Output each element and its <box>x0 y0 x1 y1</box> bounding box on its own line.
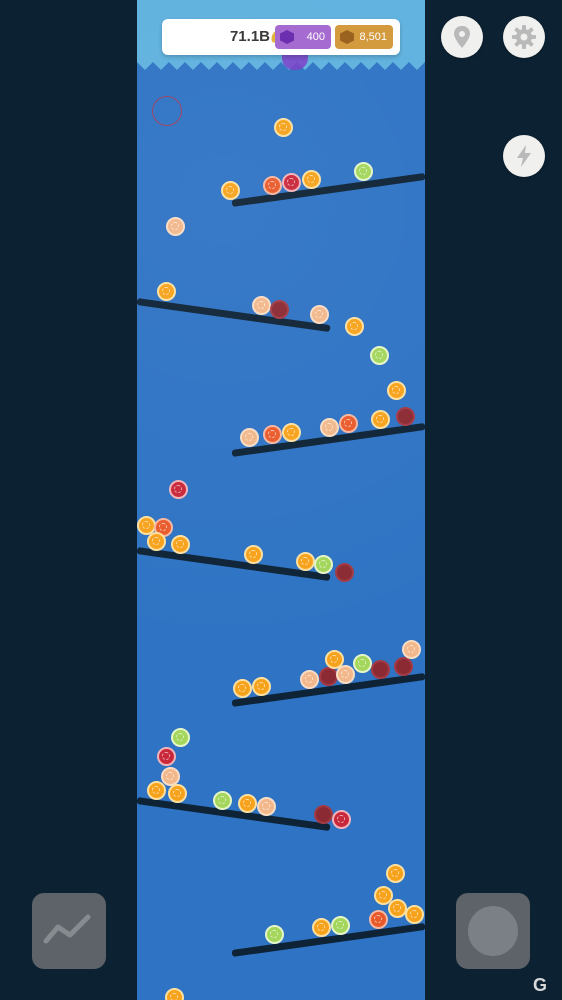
fruit-ball-red <box>168 479 188 499</box>
fruit-ball-red <box>156 746 176 766</box>
gold-value: 8,501 <box>359 31 387 43</box>
watermark-logo: G <box>533 975 548 995</box>
fruit-ball-orange <box>146 531 166 551</box>
spawn-ring[interactable] <box>152 96 182 126</box>
fruit-ball-lime <box>212 790 232 810</box>
fruit-ball-peach <box>309 304 329 324</box>
gold-badge[interactable]: 8,501 <box>335 25 393 49</box>
fruit-ball-peach <box>401 639 421 659</box>
fruit-ball-plum <box>393 656 413 676</box>
ramp <box>231 172 425 207</box>
fruit-ball-plum <box>334 562 354 582</box>
fruit-ball-orange <box>301 169 321 189</box>
fruit-ball-orange <box>237 793 257 813</box>
fruit-ball-orange <box>295 551 315 571</box>
fruit-ball-lime <box>330 915 350 935</box>
fruit-ball-orange <box>251 676 271 696</box>
fruit-ball-peach <box>256 796 276 816</box>
fruit-ball-orange <box>170 534 190 554</box>
fruit-ball-lime <box>353 161 373 181</box>
fruit-ball-orange <box>156 281 176 301</box>
fruit-ball-orange <box>385 863 405 883</box>
fruit-ball-lime <box>352 653 372 673</box>
fruit-ball-grapefruit <box>262 175 282 195</box>
money-value: 71.1B <box>229 28 270 45</box>
fruit-ball-red <box>331 809 351 829</box>
gear-icon <box>512 25 536 49</box>
settings-button[interactable] <box>503 16 545 58</box>
fruit-ball-red <box>281 172 301 192</box>
fruit-ball-orange <box>220 180 240 200</box>
fruit-ball-orange <box>167 783 187 803</box>
fruit-ball-plum <box>269 299 289 319</box>
fruit-ball-lime <box>264 924 284 944</box>
gold-icon <box>340 30 354 44</box>
currency-hud: 71.1B 400 8,501 <box>162 19 400 55</box>
fruit-ball-lime <box>170 727 190 747</box>
fruit-ball-lime <box>369 345 389 365</box>
fruit-ball-grapefruit <box>368 909 388 929</box>
fruit-ball-grapefruit <box>338 413 358 433</box>
gems-value: 400 <box>306 31 325 43</box>
fruit-ball-orange <box>232 678 252 698</box>
boost-button[interactable] <box>503 135 545 177</box>
fruit-ball-orange <box>387 898 407 918</box>
fruit-ball-orange <box>273 117 293 137</box>
lightning-icon <box>517 145 531 167</box>
fruit-ball-orange <box>344 316 364 336</box>
map-button[interactable] <box>441 16 483 58</box>
gems-badge[interactable]: 400 <box>275 25 331 49</box>
fruit-ball-grapefruit <box>262 424 282 444</box>
circle-icon <box>468 906 518 956</box>
fruit-ball-orange <box>146 780 166 800</box>
ramp <box>137 298 331 333</box>
fruit-ball-plum <box>318 666 338 686</box>
map-pin-icon <box>454 26 470 48</box>
fruit-ball-orange <box>324 649 344 669</box>
fruit-ball-orange <box>386 380 406 400</box>
fruit-ball-plum <box>370 659 390 679</box>
stats-button[interactable] <box>32 893 106 969</box>
money-counter: 71.1B <box>176 19 283 55</box>
fruit-ball-plum <box>313 804 333 824</box>
ramp <box>137 797 331 832</box>
fruit-ball-peach <box>319 417 339 437</box>
action-button[interactable] <box>456 893 530 969</box>
fruit-ball-plum <box>395 406 415 426</box>
fruit-ball-peach <box>251 295 271 315</box>
game-board[interactable] <box>137 0 425 1000</box>
fruit-ball-lime <box>313 554 333 574</box>
fruit-ball-orange <box>243 544 263 564</box>
fruit-ball-orange <box>404 904 424 924</box>
line-chart-icon <box>43 914 91 944</box>
fruit-ball-orange <box>164 987 184 1000</box>
gem-icon <box>280 30 294 44</box>
fruit-ball-peach <box>239 427 259 447</box>
fruit-ball-orange <box>281 422 301 442</box>
fruit-ball-peach <box>299 669 319 689</box>
fruit-ball-peach <box>165 216 185 236</box>
fruit-ball-peach <box>160 766 180 786</box>
fruit-ball-orange <box>311 917 331 937</box>
fruit-ball-orange <box>370 409 390 429</box>
